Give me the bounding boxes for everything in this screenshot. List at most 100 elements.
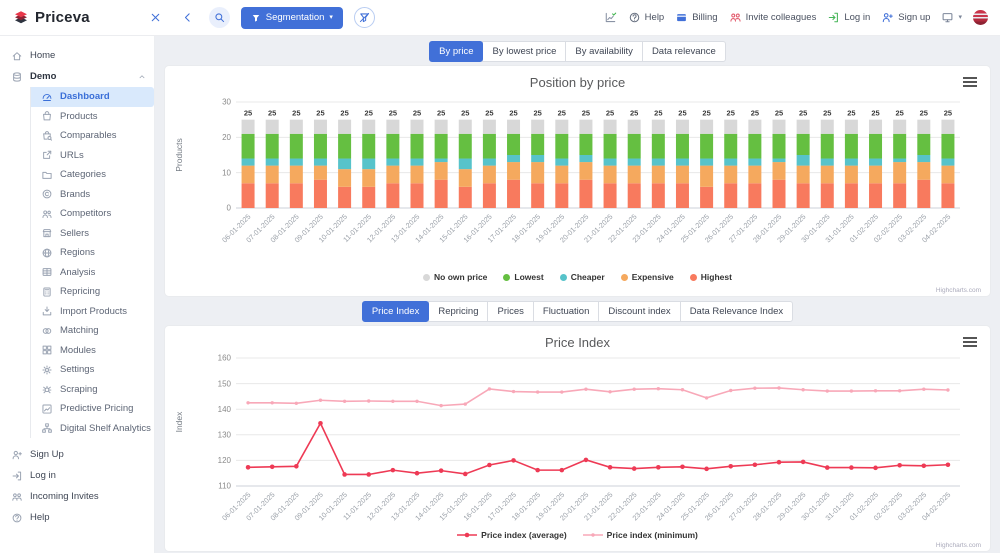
sidebar-item-analysis[interactable]: Analysis <box>31 263 154 283</box>
position-tab-by-price[interactable]: By price <box>429 41 484 62</box>
index-tab-fluctuation[interactable]: Fluctuation <box>532 301 600 322</box>
chevron-left-icon <box>184 13 190 22</box>
sidebar-item-import-products[interactable]: Import Products <box>31 302 154 322</box>
svg-text:25: 25 <box>871 109 879 118</box>
svg-text:25: 25 <box>654 109 662 118</box>
legend-item-highest[interactable]: Highest <box>689 272 732 282</box>
funnel-off-button[interactable] <box>353 7 375 28</box>
index-tab-repricing[interactable]: Repricing <box>428 301 489 322</box>
index-tab-discount-index[interactable]: Discount index <box>598 301 681 322</box>
svg-text:25: 25 <box>798 109 806 118</box>
sidebar-item-log-in[interactable]: Log in <box>0 465 154 486</box>
chevron-left-button[interactable] <box>177 7 198 28</box>
folder-icon <box>42 171 52 179</box>
chart-title: Price Index <box>544 335 611 350</box>
topbar-monitor[interactable]: ▾ <box>941 11 962 24</box>
app-shell: Home Demo Dashboard Products Comparables URLs… <box>0 36 1000 553</box>
invite-icon <box>730 13 741 22</box>
sidebar-item-sign-up[interactable]: Sign Up <box>0 444 154 465</box>
sidebar-item-dashboard[interactable]: Dashboard <box>31 87 154 107</box>
index-tab-price-index[interactable]: Price Index <box>361 301 430 322</box>
sidebar-item-modules[interactable]: Modules <box>31 341 154 361</box>
highcharts-credits[interactable]: Highcharts.com <box>936 287 981 294</box>
sidebar-item-competitors[interactable]: Competitors <box>31 204 154 224</box>
close-button[interactable] <box>145 7 166 28</box>
topbar-sign-up[interactable]: Sign up <box>881 11 930 24</box>
legend-marker <box>582 533 603 537</box>
highcharts-credits[interactable]: Highcharts.com <box>936 542 981 549</box>
legend-item-no-own-price[interactable]: No own price <box>423 272 487 282</box>
svg-text:25: 25 <box>630 109 638 118</box>
sidebar-item-urls[interactable]: URLs <box>31 146 154 166</box>
position-tab-by-lowest-price[interactable]: By lowest price <box>482 41 567 62</box>
svg-text:25: 25 <box>292 109 300 118</box>
copyright-icon <box>42 189 52 199</box>
index-tab-data-relevance-index[interactable]: Data Relevance Index <box>679 301 794 322</box>
svg-text:25: 25 <box>461 109 469 118</box>
help-icon <box>629 12 639 23</box>
legend-marker <box>457 532 478 538</box>
legend-item-price-index-average[interactable]: Price index (average) <box>457 530 567 540</box>
topbar-invite-colleagues[interactable]: Invite colleagues <box>729 11 816 24</box>
sidebar: Home Demo Dashboard Products Comparables URLs… <box>0 36 155 553</box>
legend-marker <box>423 273 431 281</box>
svg-text:25: 25 <box>364 109 372 118</box>
position-tab-data-relevance[interactable]: Data relevance <box>641 41 726 62</box>
position-chart-legend: No own price Lowest Cheaper Expensive Highes… <box>165 272 990 282</box>
spider-icon <box>42 386 52 394</box>
funnel-off-icon <box>359 12 370 23</box>
topbar-log-in[interactable]: Log in <box>827 11 870 24</box>
sidebar-item-incoming-invites[interactable]: Incoming Invites <box>0 486 154 507</box>
sidebar-item-categories[interactable]: Categories <box>31 165 154 185</box>
sidebar-item-predictive-pricing[interactable]: Predictive Pricing <box>31 399 154 419</box>
language-flag-avatar[interactable] <box>973 10 988 25</box>
search-button[interactable] <box>208 7 230 28</box>
sidebar-demo-children: Dashboard Products Comparables URLs Categori… <box>30 87 154 438</box>
chart-menu-icon[interactable] <box>963 77 977 89</box>
svg-text:30: 30 <box>222 98 231 107</box>
position-tab-by-availability[interactable]: By availability <box>565 41 643 62</box>
legend-item-expensive[interactable]: Expensive <box>620 272 674 282</box>
sidebar-item-demo[interactable]: Demo <box>0 66 154 87</box>
legend-item-lowest[interactable]: Lowest <box>503 272 544 282</box>
price-index-chart-card: Price Index 110 120 130 140 150 160 Index 06-01… <box>165 326 990 551</box>
svg-text:110: 110 <box>218 482 231 491</box>
sidebar-item-brands[interactable]: Brands <box>31 185 154 205</box>
svg-text:25: 25 <box>485 109 493 118</box>
chart-title: Position by price <box>529 75 626 90</box>
sidebar-item-regions[interactable]: Regions <box>31 243 154 263</box>
topbar-left-icons: Segmentation ▾ <box>145 6 375 29</box>
sidebar-item-help[interactable]: Help <box>0 507 154 528</box>
topbar-billing[interactable]: Billing <box>675 11 718 24</box>
sidebar-item-home[interactable]: Home <box>0 45 154 66</box>
sidebar-item-comparables[interactable]: Comparables <box>31 126 154 146</box>
funnel-icon <box>252 14 260 22</box>
import-icon <box>42 306 52 316</box>
index-tab-prices[interactable]: Prices <box>487 301 534 322</box>
svg-text:25: 25 <box>943 109 951 118</box>
sidebar-item-settings[interactable]: Settings <box>31 360 154 380</box>
svg-text:25: 25 <box>509 109 517 118</box>
dashboard-icon <box>42 93 52 101</box>
chart-menu-icon[interactable] <box>963 337 977 349</box>
topbar-help[interactable]: Help <box>628 11 664 24</box>
sidebar-item-products[interactable]: Products <box>31 107 154 127</box>
sidebar-item-scraping[interactable]: Scraping <box>31 380 154 400</box>
database-icon <box>13 71 21 82</box>
signup-icon <box>882 13 894 23</box>
svg-text:25: 25 <box>774 109 782 118</box>
svg-text:25: 25 <box>388 109 396 118</box>
segmentation-button[interactable]: Segmentation ▾ <box>240 6 343 29</box>
svg-text:25: 25 <box>557 109 565 118</box>
svg-text:25: 25 <box>750 109 758 118</box>
sidebar-item-matching[interactable]: Matching <box>31 321 154 341</box>
priceva-logo[interactable]: Priceva <box>12 9 90 27</box>
svg-text:140: 140 <box>217 405 231 414</box>
legend-item-price-index-minimum[interactable]: Price index (minimum) <box>582 530 698 540</box>
sidebar-item-sellers[interactable]: Sellers <box>31 224 154 244</box>
calculator-icon <box>43 287 51 297</box>
legend-item-cheaper[interactable]: Cheaper <box>559 272 605 282</box>
sidebar-item-digital-shelf-analytics[interactable]: Digital Shelf Analytics <box>31 419 154 439</box>
sidebar-item-repricing[interactable]: Repricing <box>31 282 154 302</box>
topbar-chart-check[interactable] <box>604 11 617 24</box>
